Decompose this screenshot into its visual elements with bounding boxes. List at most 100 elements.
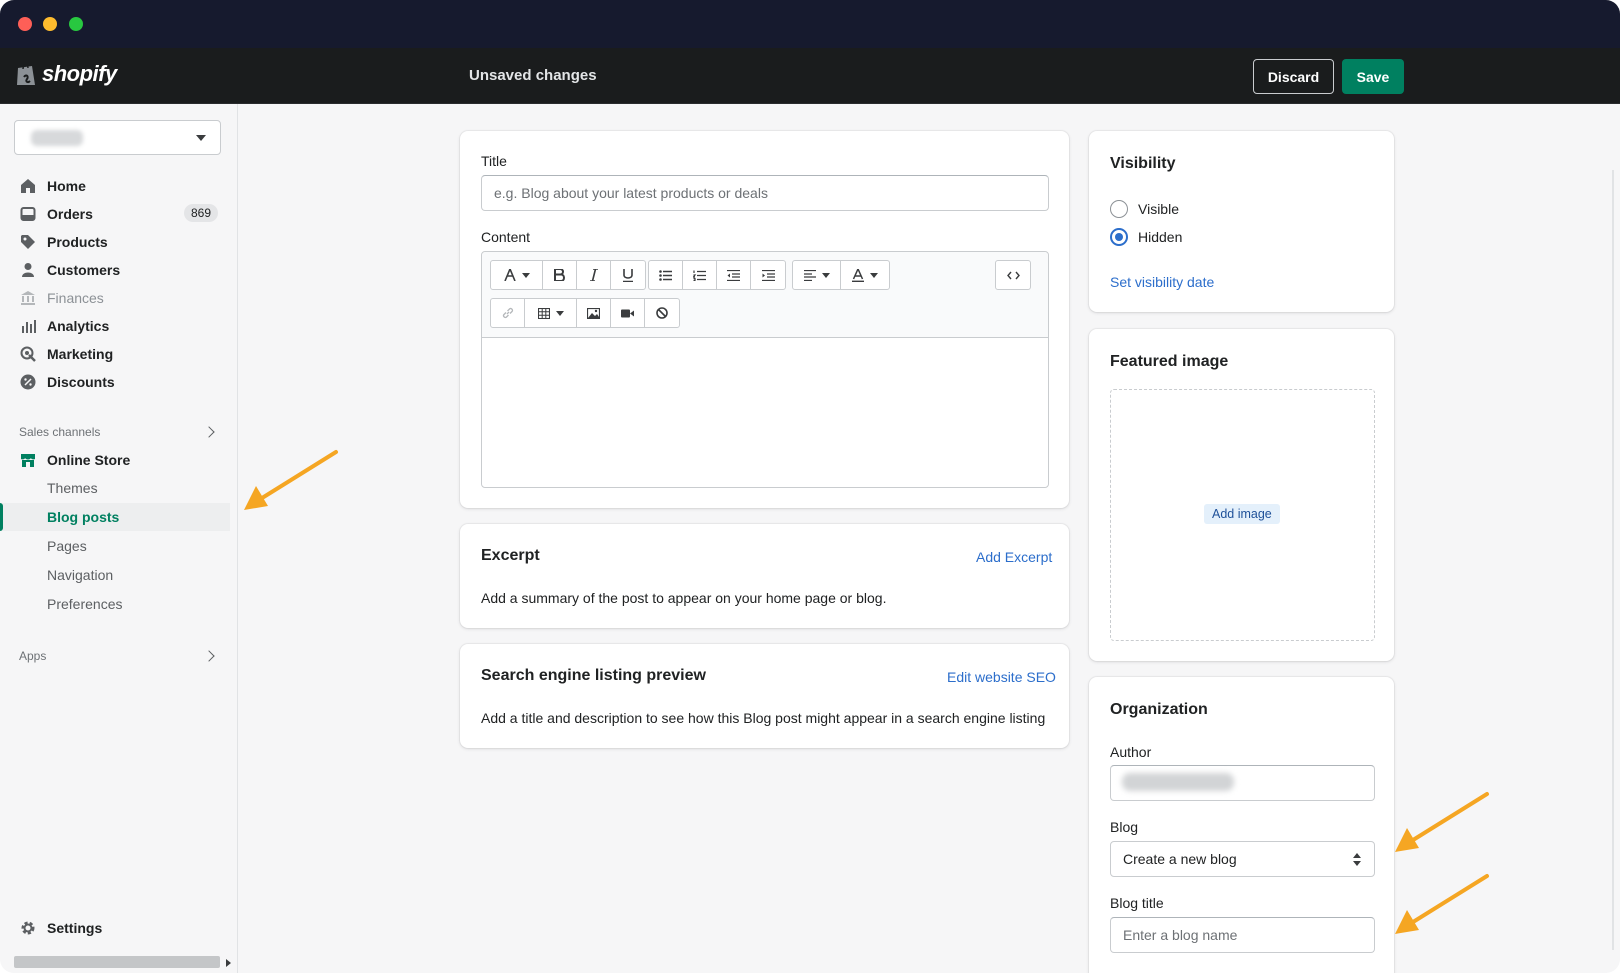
sidebar-subitem-pages[interactable]: Pages xyxy=(0,532,230,560)
chevron-right-icon[interactable] xyxy=(203,426,215,438)
sidebar-item-products[interactable]: Products xyxy=(0,228,230,256)
bullet-list-icon xyxy=(659,269,672,281)
numbered-list-button[interactable] xyxy=(683,261,717,289)
blog-select[interactable]: Create a new blog xyxy=(1110,841,1375,877)
align-button[interactable] xyxy=(793,261,841,289)
italic-button[interactable] xyxy=(577,261,611,289)
bank-icon xyxy=(21,291,35,305)
hidden-radio[interactable] xyxy=(1110,228,1128,246)
title-input[interactable] xyxy=(481,175,1049,211)
home-icon xyxy=(21,179,35,193)
seo-card xyxy=(460,644,1069,748)
unsaved-changes-label: Unsaved changes xyxy=(469,67,597,84)
discard-button[interactable]: Discard xyxy=(1253,59,1334,94)
html-toggle-group xyxy=(995,260,1031,290)
author-label: Author xyxy=(1110,744,1152,760)
sidebar-item-discounts[interactable]: Discounts xyxy=(0,368,230,396)
sidebar-item-finances[interactable]: Finances xyxy=(0,284,230,312)
content-editor-area[interactable] xyxy=(482,339,1048,487)
sales-channels-heading: Sales channels xyxy=(19,425,101,439)
annotation-arrow-icon xyxy=(1395,792,1489,852)
font-style-button[interactable] xyxy=(491,261,543,289)
sidebar-item-label: Customers xyxy=(47,262,121,278)
sidebar-subitem-label: Navigation xyxy=(47,567,114,583)
editor-toolbar xyxy=(482,252,1048,338)
sidebar-subitem-navigation[interactable]: Navigation xyxy=(0,561,230,589)
seo-description: Add a title and description to see how t… xyxy=(481,710,1046,726)
text-color-button[interactable] xyxy=(841,261,889,289)
tag-icon xyxy=(21,235,35,249)
set-visibility-date-link[interactable]: Set visibility date xyxy=(1110,274,1214,290)
store-selector[interactable] xyxy=(14,120,221,155)
chevron-right-icon[interactable] xyxy=(203,650,215,662)
blog-label: Blog xyxy=(1110,819,1139,835)
sidebar-item-orders[interactable]: Orders 869 xyxy=(0,200,230,228)
excerpt-description: Add a summary of the post to appear on y… xyxy=(481,590,887,606)
sidebar-item-settings[interactable]: Settings xyxy=(0,914,230,942)
image-icon xyxy=(587,307,600,319)
sidebar-subitem-blog-posts[interactable]: Blog posts xyxy=(0,503,230,531)
scroll-right-arrow-icon[interactable] xyxy=(226,959,231,967)
clear-formatting-button[interactable] xyxy=(645,299,679,327)
save-button[interactable]: Save xyxy=(1342,59,1404,94)
excerpt-card xyxy=(460,524,1069,628)
page-scrollbar[interactable] xyxy=(1612,170,1614,950)
caret-down-icon xyxy=(196,135,206,141)
bullet-list-button[interactable] xyxy=(649,261,683,289)
organization-title: Organization xyxy=(1110,701,1208,718)
sidebar-item-online-store[interactable]: Online Store xyxy=(0,446,230,474)
insert-image-button[interactable] xyxy=(577,299,611,327)
brand-name: shopify xyxy=(42,61,117,86)
add-excerpt-link[interactable]: Add Excerpt xyxy=(976,549,1052,565)
insert-link-button[interactable] xyxy=(491,299,525,327)
text-color-icon xyxy=(852,268,864,282)
sidebar-item-home[interactable]: Home xyxy=(0,172,230,200)
featured-image-title: Featured image xyxy=(1110,353,1229,370)
sidebar-item-label: Products xyxy=(47,234,108,250)
maximize-window-button[interactable] xyxy=(69,17,83,31)
gear-icon xyxy=(21,921,35,935)
blog-title-input[interactable] xyxy=(1110,917,1375,953)
visible-radio[interactable] xyxy=(1110,200,1128,218)
insert-video-button[interactable] xyxy=(611,299,645,327)
show-html-button[interactable] xyxy=(996,261,1030,289)
sidebar-item-analytics[interactable]: Analytics xyxy=(0,312,230,340)
orders-count-badge: 869 xyxy=(183,204,218,222)
underline-button[interactable] xyxy=(611,261,645,289)
sidebar-item-label: Orders xyxy=(47,206,93,222)
shopify-logo[interactable]: shopify xyxy=(14,61,117,87)
seo-title: Search engine listing preview xyxy=(481,667,706,684)
sidebar-item-marketing[interactable]: Marketing xyxy=(0,340,230,368)
align-color-group xyxy=(792,260,890,290)
select-arrows-icon xyxy=(1353,853,1361,867)
hidden-radio-label: Hidden xyxy=(1138,229,1183,245)
store-icon xyxy=(21,454,35,467)
code-icon xyxy=(1006,271,1020,279)
sidebar-item-label: Home xyxy=(47,178,86,194)
minimize-window-button[interactable] xyxy=(43,17,57,31)
orders-icon xyxy=(20,207,36,221)
bar-chart-icon xyxy=(22,320,36,333)
bold-button[interactable] xyxy=(543,261,577,289)
marketing-icon xyxy=(20,346,36,362)
add-image-button[interactable]: Add image xyxy=(1204,504,1280,524)
annotation-arrow-icon xyxy=(244,450,338,510)
sidebar-subitem-themes[interactable]: Themes xyxy=(0,474,230,502)
insert-table-button[interactable] xyxy=(525,299,577,327)
indent-button[interactable] xyxy=(751,261,785,289)
sidebar-item-label: Settings xyxy=(47,920,103,936)
format-group xyxy=(490,260,646,290)
sidebar-horizontal-scrollbar[interactable] xyxy=(14,956,220,968)
underline-icon xyxy=(623,268,633,282)
sidebar-item-label: Marketing xyxy=(47,346,114,362)
sidebar: Home Orders 869 Products Customers Finan… xyxy=(0,104,238,973)
italic-icon xyxy=(589,269,598,281)
sidebar-subitem-preferences[interactable]: Preferences xyxy=(0,590,230,618)
edit-seo-link[interactable]: Edit website SEO xyxy=(947,669,1056,685)
link-icon xyxy=(502,307,513,319)
sidebar-item-customers[interactable]: Customers xyxy=(0,256,230,284)
close-window-button[interactable] xyxy=(18,17,32,31)
visibility-title: Visibility xyxy=(1110,155,1176,172)
outdent-button[interactable] xyxy=(717,261,751,289)
annotation-arrow-icon xyxy=(1395,874,1489,934)
